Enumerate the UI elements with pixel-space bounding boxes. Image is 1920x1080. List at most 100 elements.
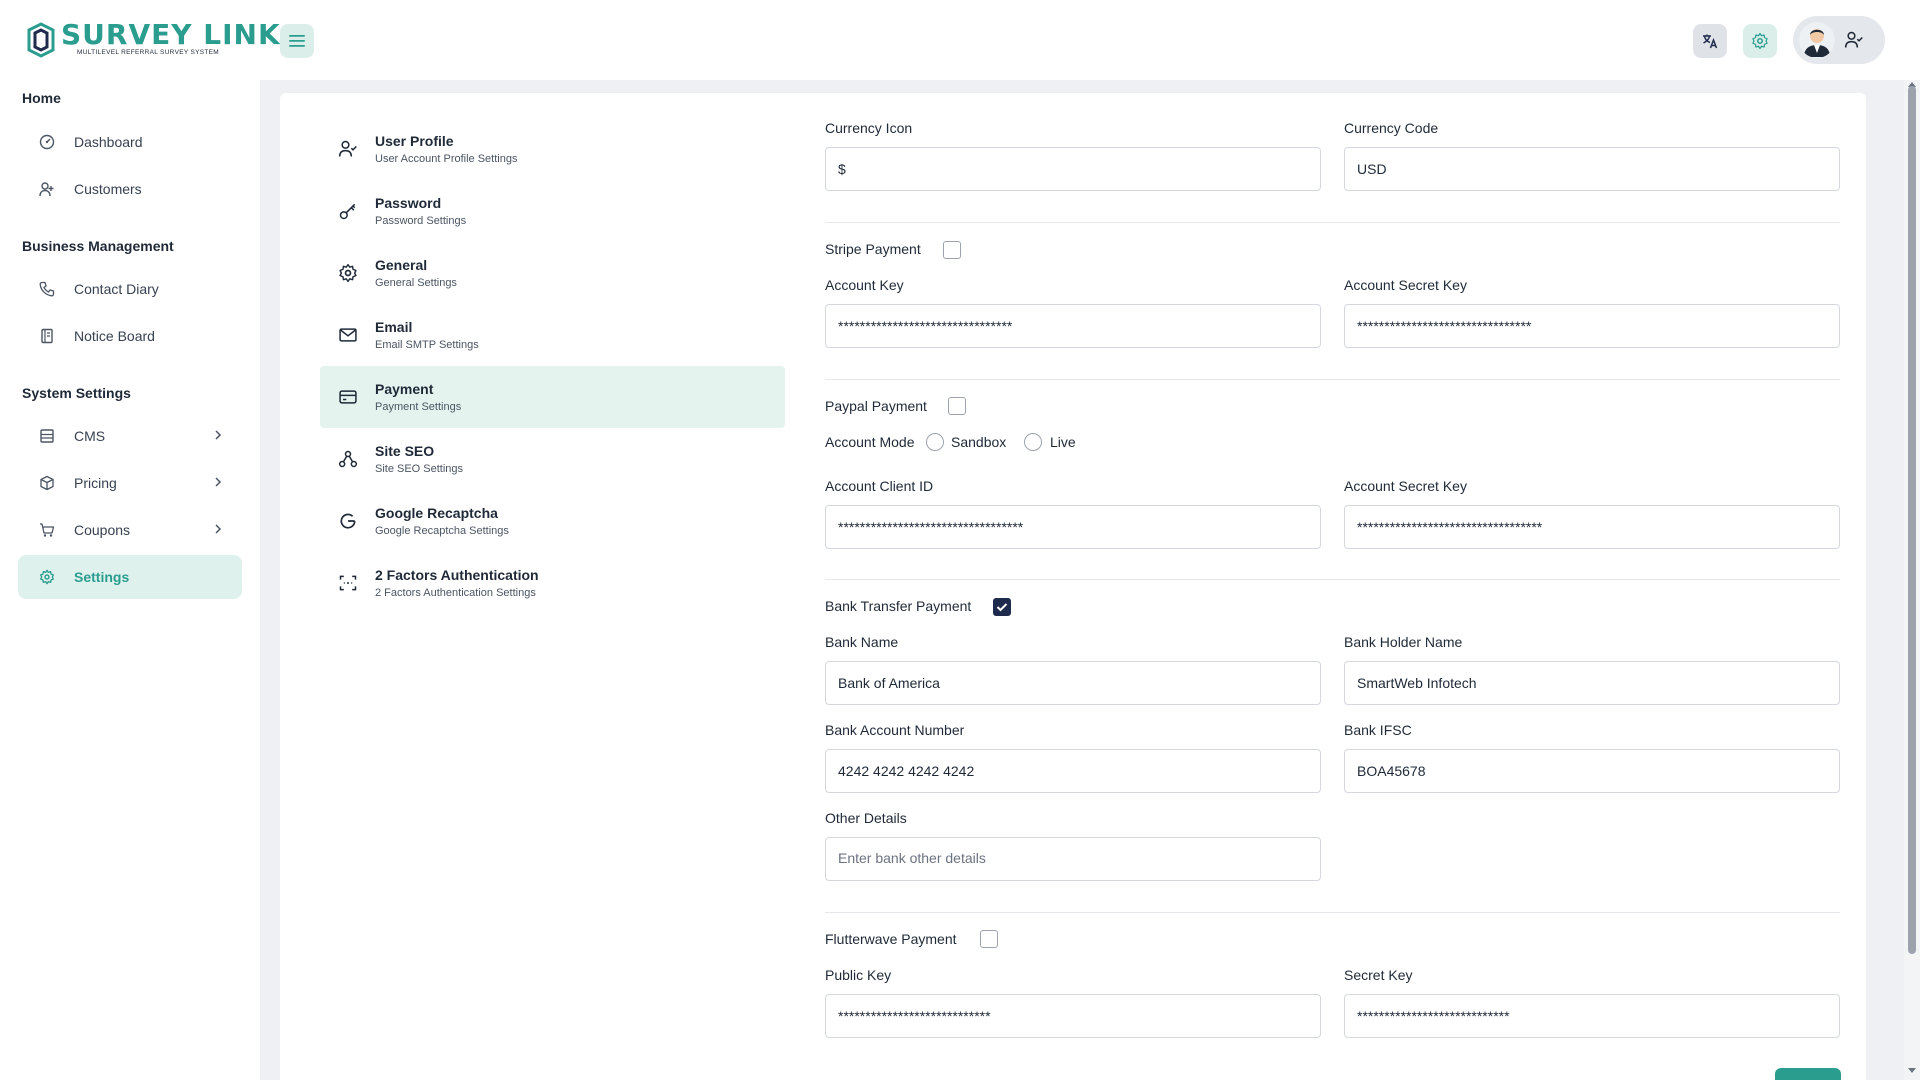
settings-menu-subtitle: Site SEO Settings (375, 463, 464, 475)
sidebar-heading-home: Home (22, 90, 61, 106)
top-header: SURVEY LINK MULTILEVEL REFERRAL SURVEY S… (0, 0, 1920, 80)
sidebar-item-contact-diary[interactable]: Contact Diary (18, 267, 242, 311)
settings-menu-site-seo[interactable]: Site SEO Site SEO Settings (320, 428, 785, 490)
sidebar-item-label: Settings (74, 569, 130, 585)
settings-menu-subtitle: Password Settings (375, 215, 467, 227)
sidebar-item-dashboard[interactable]: Dashboard (18, 120, 242, 164)
paypal-payment-checkbox[interactable] (948, 397, 966, 415)
flutterwave-payment-checkbox[interactable] (980, 930, 998, 948)
hamburger-icon (289, 35, 305, 47)
header-settings-button[interactable] (1743, 24, 1777, 58)
settings-menu-payment[interactable]: Payment Payment Settings (320, 366, 785, 428)
settings-menu-general[interactable]: General General Settings (320, 242, 785, 304)
user-menu-button[interactable] (1793, 16, 1885, 64)
flutterwave-secret-key-input[interactable] (1344, 994, 1840, 1038)
paypal-secret-key-input[interactable] (1344, 505, 1840, 549)
sidebar-item-label: Pricing (74, 475, 117, 491)
notebook-icon (38, 327, 56, 345)
gauge-icon (38, 133, 56, 151)
sidebar: Home Dashboard Customers Business Manage… (0, 80, 260, 1080)
user-check-icon (338, 139, 358, 159)
user-plus-icon (38, 180, 56, 198)
bank-other-details-textarea[interactable] (825, 837, 1321, 881)
bank-transfer-checkbox[interactable] (993, 598, 1011, 616)
settings-menu-title: Email (375, 319, 413, 335)
settings-menu-title: Site SEO (375, 443, 435, 459)
bank-account-number-input[interactable] (825, 749, 1321, 793)
chevron-right-icon (215, 524, 222, 534)
translate-icon (1703, 34, 1718, 49)
stripe-account-key-input[interactable] (825, 304, 1321, 348)
paypal-payment-label: Paypal Payment (825, 398, 927, 414)
paypal-live-label: Live (1050, 434, 1076, 450)
bank-holder-name-input[interactable] (1344, 661, 1840, 705)
sidebar-item-notice-board[interactable]: Notice Board (18, 314, 242, 358)
brand-title: SURVEY LINK (61, 18, 281, 51)
avatar (1799, 22, 1835, 58)
paypal-account-mode-label: Account Mode (825, 434, 915, 450)
cart-icon (38, 521, 56, 539)
currency-icon-label: Currency Icon (825, 120, 913, 136)
sidebar-item-cms[interactable]: CMS (18, 414, 242, 458)
bank-name-input[interactable] (825, 661, 1321, 705)
logo-mark-icon (27, 22, 55, 58)
user-check-icon (1844, 31, 1863, 48)
settings-menu-email[interactable]: Email Email SMTP Settings (320, 304, 785, 366)
avatar-person-icon (1804, 29, 1830, 57)
paypal-live-radio[interactable] (1024, 433, 1042, 451)
flutterwave-public-key-label: Public Key (825, 967, 892, 983)
sidebar-item-customers[interactable]: Customers (18, 167, 242, 211)
currency-code-input[interactable] (1344, 147, 1840, 191)
paypal-client-id-input[interactable] (825, 505, 1321, 549)
save-button[interactable] (1775, 1068, 1841, 1080)
sidebar-item-pricing[interactable]: Pricing (18, 461, 242, 505)
bank-ifsc-input[interactable] (1344, 749, 1840, 793)
stripe-payment-label: Stripe Payment (825, 241, 921, 257)
settings-menu-subtitle: Payment Settings (375, 401, 462, 413)
stripe-payment-checkbox[interactable] (943, 241, 961, 259)
bank-other-details-label: Other Details (825, 810, 907, 826)
network-icon (338, 449, 358, 469)
sidebar-item-label: Notice Board (74, 328, 155, 344)
bank-name-label: Bank Name (825, 634, 899, 650)
layout-icon (38, 427, 56, 445)
gear-icon (1752, 32, 1768, 50)
stripe-secret-key-input[interactable] (1344, 304, 1840, 348)
stripe-secret-key-label: Account Secret Key (1344, 277, 1467, 293)
currency-icon-input[interactable] (825, 147, 1321, 191)
bank-holder-name-label: Bank Holder Name (1344, 634, 1463, 650)
settings-menu-user-profile[interactable]: User Profile User Account Profile Setting… (320, 118, 785, 180)
stripe-account-key-label: Account Key (825, 277, 904, 293)
sidebar-heading-business: Business Management (22, 238, 174, 254)
settings-menu-subtitle: General Settings (375, 277, 457, 289)
paypal-sandbox-radio[interactable] (926, 433, 944, 451)
currency-code-label: Currency Code (1344, 120, 1439, 136)
settings-menu-google-recaptcha[interactable]: Google Recaptcha Google Recaptcha Setting… (320, 490, 785, 552)
gear-icon (38, 568, 56, 586)
section-divider (825, 222, 1840, 223)
flutterwave-public-key-input[interactable] (825, 994, 1321, 1038)
brand-subtitle: MULTILEVEL REFERRAL SURVEY SYSTEM (77, 49, 219, 56)
section-divider (825, 379, 1840, 380)
check-icon (996, 603, 1008, 612)
brand-logo[interactable]: SURVEY LINK MULTILEVEL REFERRAL SURVEY S… (25, 18, 281, 60)
phone-icon (38, 280, 56, 298)
sidebar-item-label: Customers (74, 181, 142, 197)
settings-menu-2fa[interactable]: 2 Factors Authentication 2 Factors Authen… (320, 552, 785, 614)
sidebar-item-settings[interactable]: Settings (18, 555, 242, 599)
scrollbar-thumb[interactable] (1908, 86, 1916, 954)
key-icon (338, 201, 358, 221)
settings-menu-subtitle: Google Recaptcha Settings (375, 525, 509, 537)
settings-menu-title: Password (375, 195, 442, 211)
sidebar-item-coupons[interactable]: Coupons (18, 508, 242, 552)
settings-menu-subtitle: Email SMTP Settings (375, 339, 479, 351)
section-divider (825, 912, 1840, 913)
settings-menu-title: Google Recaptcha (375, 505, 498, 521)
bank-transfer-label: Bank Transfer Payment (825, 598, 972, 614)
settings-menu-password[interactable]: Password Password Settings (320, 180, 785, 242)
language-button[interactable] (1693, 24, 1727, 58)
flutterwave-payment-label: Flutterwave Payment (825, 931, 957, 947)
package-icon (38, 474, 56, 492)
menu-toggle-button[interactable] (280, 24, 314, 58)
scroll-down-arrow[interactable] (1908, 1068, 1916, 1073)
